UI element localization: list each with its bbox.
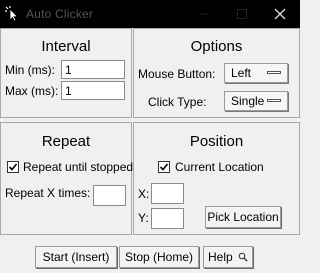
help-button[interactable]: Help <box>203 246 253 268</box>
stop-button[interactable]: Stop (Home) <box>119 246 199 268</box>
repeat-until-stopped-checkbox[interactable] <box>7 161 19 173</box>
cursor-click-icon <box>5 6 21 22</box>
options-frame: Options Mouse Button: Left Click Type: S… <box>133 28 300 118</box>
click-type-label: Click Type: <box>148 95 207 109</box>
start-button[interactable]: Start (Insert) <box>35 246 117 268</box>
interval-frame: Interval Min (ms): Max (ms): <box>0 28 132 118</box>
title-bar: Auto Clicker <box>0 0 300 28</box>
repeat-until-stopped-label: Repeat until stopped <box>23 160 134 174</box>
close-button[interactable] <box>270 4 290 24</box>
mouse-button-value: Left <box>231 66 252 80</box>
minimize-button[interactable] <box>194 4 214 24</box>
magnifier-icon <box>238 252 248 262</box>
min-label: Min (ms): <box>5 63 55 77</box>
y-label: Y: <box>138 211 149 225</box>
option-menu-indicator-icon <box>267 71 281 74</box>
checkmark-icon <box>159 163 169 171</box>
min-interval-input[interactable] <box>61 60 125 79</box>
options-title: Options <box>190 38 243 55</box>
help-label: Help <box>207 250 233 264</box>
mouse-button-label: Mouse Button: <box>138 67 216 81</box>
current-location-checkbox[interactable] <box>158 161 170 173</box>
repeat-times-input[interactable] <box>93 185 126 206</box>
checkmark-icon <box>8 163 18 171</box>
max-label: Max (ms): <box>5 84 59 98</box>
y-coordinate-input[interactable] <box>151 208 184 229</box>
option-menu-indicator-icon <box>267 99 281 102</box>
click-type-select[interactable]: Single <box>224 91 288 111</box>
repeat-frame: Repeat Repeat until stopped Repeat X tim… <box>0 122 134 235</box>
x-label: X: <box>138 187 150 201</box>
pick-location-button[interactable]: Pick Location <box>205 206 281 228</box>
window-title: Auto Clicker <box>26 7 94 21</box>
max-interval-input[interactable] <box>61 81 125 100</box>
position-title: Position <box>189 133 244 150</box>
maximize-button[interactable] <box>232 4 252 24</box>
mouse-button-select[interactable]: Left <box>224 63 288 83</box>
click-type-value: Single <box>231 94 265 108</box>
current-location-label: Current Location <box>175 160 264 174</box>
position-frame: Position Current Location X: Y: Pick Loc… <box>133 122 300 235</box>
interval-title: Interval <box>41 38 91 55</box>
repeat-times-label: Repeat X times: <box>5 186 91 200</box>
repeat-title: Repeat <box>41 133 91 150</box>
x-coordinate-input[interactable] <box>151 183 184 204</box>
